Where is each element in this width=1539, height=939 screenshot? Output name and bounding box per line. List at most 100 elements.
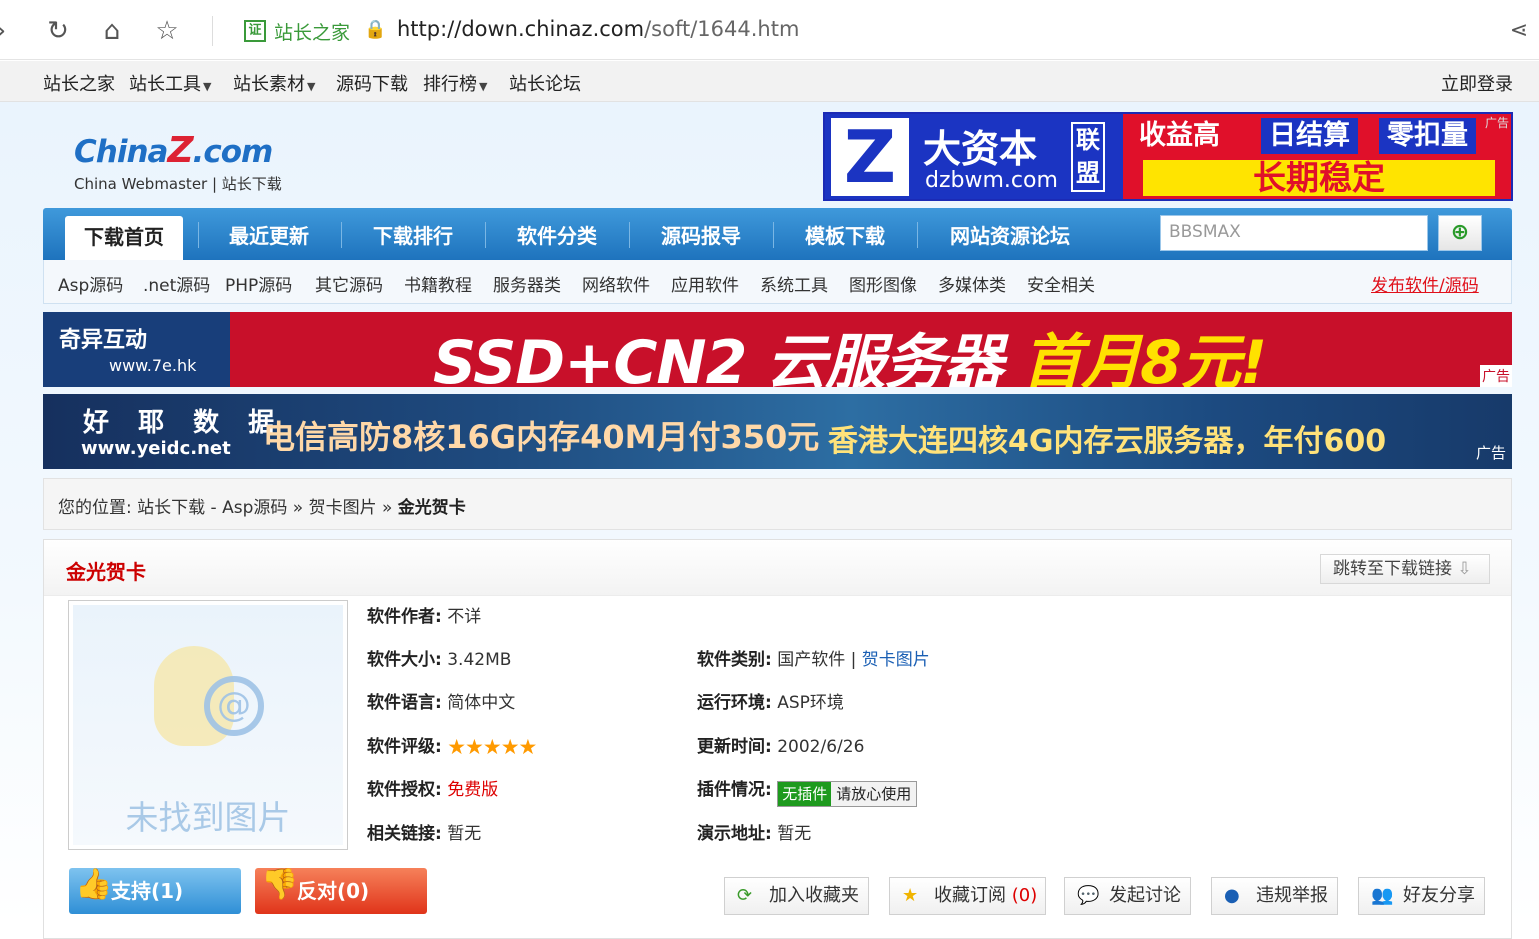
subnav-item-network[interactable]: 网络软件: [582, 271, 650, 296]
subnav-item-server[interactable]: 服务器类: [493, 271, 561, 296]
subnav-item-multimedia[interactable]: 多媒体类: [938, 271, 1006, 296]
field-size-value: 3.42MB: [447, 650, 512, 670]
field-category-label: 软件类别:: [697, 650, 772, 670]
ad-banner-cloud-server[interactable]: 奇异互动 www.7e.hk SSD+CN2 云服务器 首月8元! 广告: [43, 312, 1512, 387]
logo-z: Z: [167, 130, 193, 171]
field-updated: 更新时间: 2002/6/26: [697, 732, 864, 757]
field-license-label: 软件授权:: [367, 780, 442, 800]
subnav-item-dotnet[interactable]: .net源码: [143, 271, 210, 296]
banner2-ad-tag: 广告: [1475, 444, 1506, 462]
field-rating-label: 软件评级:: [367, 737, 442, 757]
category-link[interactable]: 贺卡图片: [862, 650, 930, 670]
logo-china: China: [74, 134, 168, 170]
site-logo[interactable]: ChinaZ.com China Webmaster | 站长下载: [74, 130, 282, 194]
topnav-item-forum[interactable]: 站长论坛: [509, 70, 581, 96]
field-author-label: 软件作者:: [367, 607, 442, 627]
tab-source-news[interactable]: 源码报导: [635, 208, 767, 260]
subnav-item-php[interactable]: PHP源码: [225, 271, 292, 296]
field-language: 软件语言: 简体中文: [367, 688, 515, 713]
tab-download-home[interactable]: 下载首页: [65, 216, 183, 260]
site-name: 站长之家: [274, 22, 351, 44]
subnav-item-security[interactable]: 安全相关: [1027, 271, 1095, 296]
plugin-badge-green: 无插件: [778, 782, 832, 806]
field-rating: 软件评级: ★★★★★: [367, 732, 537, 759]
search-button[interactable]: ⊕: [1438, 215, 1482, 251]
login-link[interactable]: 立即登录: [1441, 70, 1513, 96]
ad-union: 联盟: [1071, 122, 1105, 192]
tab-templates[interactable]: 模板下载: [779, 208, 911, 260]
dropdown-arrow-icon: ▼: [307, 80, 316, 93]
banner1-brand: 奇异互动: [59, 328, 148, 353]
page-title: 金光贺卡: [66, 560, 146, 584]
no-plugin-badge: 无插件 请放心使用: [777, 781, 918, 807]
share-icon[interactable]: ⋖: [1504, 16, 1534, 46]
jump-to-download-button[interactable]: 跳转至下载链接 ⇩: [1320, 554, 1490, 584]
add-favorite-button[interactable]: ⟳ 加入收藏夹: [724, 877, 869, 915]
subnav-item-graphics[interactable]: 图形图像: [849, 271, 917, 296]
subnav-item-other[interactable]: 其它源码: [315, 271, 383, 296]
favorite-star-icon[interactable]: ☆: [152, 16, 182, 46]
oppose-button[interactable]: 👎 反对(0): [255, 867, 427, 914]
logo-wordmark: ChinaZ.com: [74, 130, 282, 171]
support-button[interactable]: 👍 支持(1): [69, 867, 241, 914]
discuss-button[interactable]: 💬 发起讨论: [1064, 877, 1191, 915]
breadcrumb-path[interactable]: 站长下载 - Asp源码 » 贺卡图片 »: [137, 498, 392, 518]
field-category-value: 国产软件 |: [777, 650, 857, 670]
report-button[interactable]: ● 违规举报: [1211, 877, 1338, 915]
field-demo: 演示地址: 暂无: [697, 819, 811, 844]
breadcrumb-label: 您的位置:: [58, 498, 132, 518]
tab-recent[interactable]: 最近更新: [203, 208, 335, 260]
report-icon: ●: [1224, 885, 1240, 906]
topnav-item-source[interactable]: 源码下载: [336, 70, 408, 96]
field-updated-value: 2002/6/26: [777, 737, 865, 757]
share-button[interactable]: 👥 好友分享: [1358, 877, 1485, 915]
dropdown-arrow-icon: ▼: [203, 80, 212, 93]
nav-divider: [485, 222, 486, 248]
field-environment-value: ASP环境: [777, 693, 844, 713]
detail-header: 金光贺卡 跳转至下载链接 ⇩: [44, 540, 1511, 596]
star-icon: ★: [902, 885, 919, 906]
publish-link[interactable]: 发布软件/源码: [1371, 271, 1479, 296]
top-ad-banner[interactable]: Z 大资本 dzbwm.com 联盟 收益高 日结算 零扣量 长期稳定 广告: [823, 112, 1513, 201]
field-related-value: 暂无: [447, 824, 482, 844]
field-plugin: 插件情况: 无插件 请放心使用: [697, 775, 918, 807]
tab-ranking[interactable]: 下载排行: [347, 208, 479, 260]
search-input[interactable]: BBSMAX: [1160, 215, 1428, 251]
tab-forum[interactable]: 网站资源论坛: [923, 208, 1097, 260]
breadcrumb: 您的位置: 站长下载 - Asp源码 » 贺卡图片 » 金光贺卡: [43, 478, 1512, 530]
subnav-item-apps[interactable]: 应用软件: [671, 271, 739, 296]
subnav-item-books[interactable]: 书籍教程: [404, 271, 472, 296]
topnav-item-chinaz[interactable]: 站长之家: [43, 70, 115, 96]
home-icon[interactable]: ⌂: [97, 16, 127, 46]
oppose-label: 反对(0): [297, 879, 370, 903]
topnav-item-ranking[interactable]: 排行榜 ▼: [423, 70, 487, 96]
topnav-item-materials[interactable]: 站长素材 ▼: [233, 70, 315, 96]
insecure-lock-icon[interactable]: 🔒: [364, 19, 386, 40]
back-icon[interactable]: ›: [0, 16, 16, 46]
subscribe-button[interactable]: ★ 收藏订阅 (0): [889, 877, 1046, 915]
certificate-icon[interactable]: 证: [244, 20, 266, 42]
ad-keyword-1: 收益高: [1139, 120, 1220, 151]
field-demo-label: 演示地址:: [697, 824, 772, 844]
breadcrumb-current: 金光贺卡: [397, 498, 466, 518]
address-bar: › ↻ ⌂ ☆ 证 站长之家 🔒 http://down.chinaz.com/…: [0, 0, 1539, 60]
ad-left-panel: Z 大资本 dzbwm.com 联盟: [825, 114, 1123, 199]
nav-divider: [917, 222, 918, 248]
refresh-icon[interactable]: ↻: [43, 16, 73, 46]
topnav-item-ranking-label: 排行榜: [423, 74, 477, 95]
subnav-item-asp[interactable]: Asp源码: [58, 271, 123, 296]
topnav-item-materials-label: 站长素材: [233, 74, 305, 95]
topnav-item-tools-label: 站长工具: [129, 74, 201, 95]
banner1-text: SSD+CN2 云服务器: [433, 328, 1003, 387]
ad-banner-yeidc[interactable]: 好 耶 数 据 www.yeidc.net 电信高防8核16G内存40M月付35…: [43, 394, 1512, 469]
ad-slogan: 长期稳定: [1143, 160, 1495, 196]
subnav-item-system[interactable]: 系统工具: [760, 271, 828, 296]
field-environment: 运行环境: ASP环境: [697, 688, 844, 713]
ad-keyword-3: 零扣量: [1379, 118, 1476, 154]
topnav-item-tools[interactable]: 站长工具 ▼: [129, 70, 211, 96]
nav-divider: [629, 222, 630, 248]
url-field[interactable]: http://down.chinaz.com/soft/1644.htm: [397, 17, 799, 41]
ad-logo-icon: Z: [831, 118, 909, 196]
tab-categories[interactable]: 软件分类: [491, 208, 623, 260]
field-size-label: 软件大小:: [367, 650, 442, 670]
